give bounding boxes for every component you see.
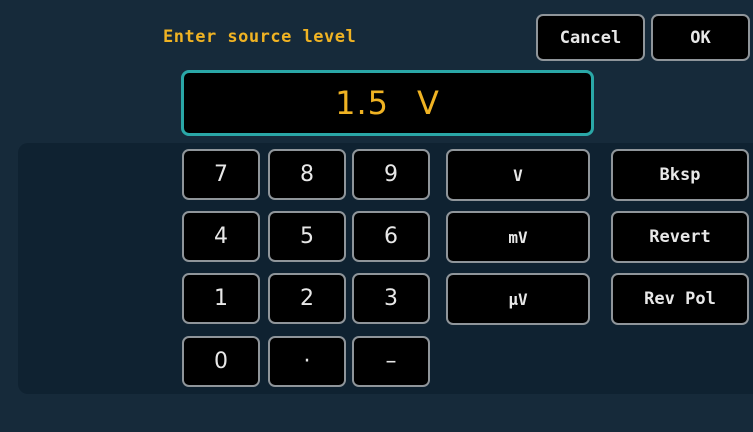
key-7[interactable]: 7 bbox=[182, 149, 260, 200]
key-minus[interactable]: – bbox=[352, 336, 430, 387]
value-display: 1.5 V bbox=[181, 70, 594, 136]
backspace-button[interactable]: Bksp bbox=[611, 149, 749, 201]
key-9[interactable]: 9 bbox=[352, 149, 430, 200]
display-unit: V bbox=[417, 84, 440, 122]
unit-volts-button[interactable]: V bbox=[446, 149, 590, 201]
ok-button[interactable]: OK bbox=[651, 14, 750, 61]
revert-button[interactable]: Revert bbox=[611, 211, 749, 263]
unit-microvolts-button[interactable]: µV bbox=[446, 273, 590, 325]
key-2[interactable]: 2 bbox=[268, 273, 346, 324]
key-decimal-point[interactable]: · bbox=[268, 336, 346, 387]
cancel-button[interactable]: Cancel bbox=[536, 14, 645, 61]
key-8[interactable]: 8 bbox=[268, 149, 346, 200]
key-4[interactable]: 4 bbox=[182, 211, 260, 262]
reverse-polarity-button[interactable]: Rev Pol bbox=[611, 273, 749, 325]
key-1[interactable]: 1 bbox=[182, 273, 260, 324]
key-5[interactable]: 5 bbox=[268, 211, 346, 262]
display-value: 1.5 bbox=[335, 84, 389, 122]
key-3[interactable]: 3 bbox=[352, 273, 430, 324]
key-6[interactable]: 6 bbox=[352, 211, 430, 262]
key-0[interactable]: 0 bbox=[182, 336, 260, 387]
unit-millivolts-button[interactable]: mV bbox=[446, 211, 590, 263]
dialog-title: Enter source level bbox=[163, 27, 357, 47]
